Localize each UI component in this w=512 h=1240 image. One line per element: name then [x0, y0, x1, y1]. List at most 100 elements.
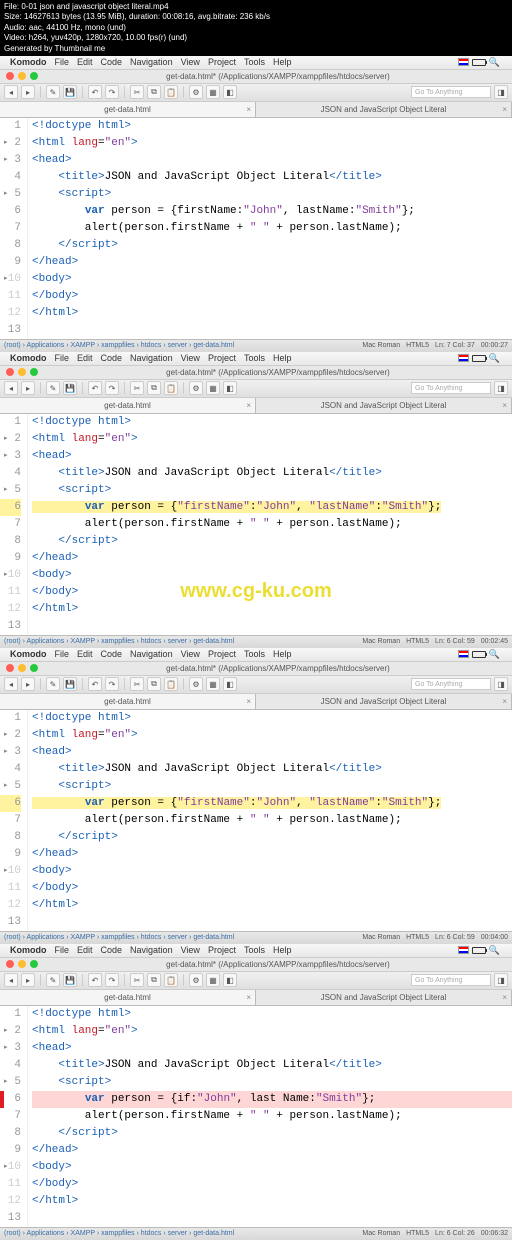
code-content[interactable]: <!doctype html> <html lang="en"> <head> … [28, 118, 512, 339]
menu-item[interactable]: Help [273, 353, 292, 363]
menu-item[interactable]: Tools [244, 945, 265, 955]
menubar[interactable]: Komodo FileEditCodeNavigationViewProject… [0, 648, 512, 662]
tool-button[interactable]: ▦ [206, 677, 220, 691]
menu-item[interactable]: Help [273, 945, 292, 955]
goto-input[interactable]: Go To Anything [411, 974, 491, 986]
menu-item[interactable]: View [181, 353, 200, 363]
menubar[interactable]: Komodo File Edit Code Navigation View Pr… [0, 56, 512, 70]
breadcrumb[interactable]: (root) › Applications › XAMPP › xamppfil… [4, 934, 234, 941]
close-tab-icon[interactable]: × [502, 105, 507, 114]
redo-button[interactable]: ↷ [105, 677, 119, 691]
menu-item[interactable]: Edit [77, 57, 93, 67]
menu-item[interactable]: Project [208, 649, 236, 659]
close-tab-icon[interactable]: × [246, 401, 251, 410]
menu-item[interactable]: Edit [77, 353, 93, 363]
code-editor[interactable]: 12345678910111213 <!doctype html> <html … [0, 414, 512, 635]
paste-button[interactable]: 📋 [164, 85, 178, 99]
menu-app[interactable]: Komodo [10, 945, 47, 955]
menu-item[interactable]: Navigation [130, 57, 173, 67]
menu-item[interactable]: Code [101, 945, 123, 955]
tool-button[interactable]: ⚙ [189, 677, 203, 691]
flag-icon[interactable] [458, 946, 469, 954]
status-encoding[interactable]: Mac Roman [362, 342, 400, 349]
status-encoding[interactable]: Mac Roman [362, 638, 400, 645]
close-icon[interactable] [6, 72, 14, 80]
menubar[interactable]: Komodo FileEditCodeNavigationViewProject… [0, 944, 512, 958]
menu-item[interactable]: File [55, 57, 70, 67]
breadcrumb[interactable]: (root) › Applications › XAMPP › xamppfil… [4, 1230, 234, 1237]
status-encoding[interactable]: Mac Roman [362, 1230, 400, 1237]
battery-icon[interactable] [472, 355, 486, 362]
search-icon[interactable]: 🔍 [489, 353, 500, 364]
code-editor[interactable]: 12345678910111213 <!doctype html> <html … [0, 118, 512, 339]
close-tab-icon[interactable]: × [246, 105, 251, 114]
breadcrumb[interactable]: (root) › Applications › XAMPP › xamppfil… [4, 638, 234, 645]
tool-button[interactable]: ▦ [206, 85, 220, 99]
menubar[interactable]: Komodo File Edit Code Navigation View Pr… [0, 352, 512, 366]
status-lang[interactable]: HTML5 [406, 1230, 429, 1237]
tool-button[interactable]: ⚙ [189, 973, 203, 987]
tool-button[interactable]: ⚙ [189, 381, 203, 395]
search-icon[interactable]: 🔍 [489, 649, 500, 660]
tab-json-literal[interactable]: JSON and JavaScript Object Literal× [256, 398, 512, 413]
battery-icon[interactable] [472, 947, 486, 954]
flag-icon[interactable] [458, 354, 469, 362]
new-file-button[interactable]: ✎ [46, 381, 60, 395]
status-encoding[interactable]: Mac Roman [362, 934, 400, 941]
close-tab-icon[interactable]: × [502, 697, 507, 706]
cut-button[interactable]: ✂ [130, 677, 144, 691]
undo-button[interactable]: ↶ [88, 381, 102, 395]
panel-toggle-button[interactable]: ◨ [494, 85, 508, 99]
flag-icon[interactable] [458, 58, 469, 66]
menu-item[interactable]: View [181, 57, 200, 67]
cut-button[interactable]: ✂ [130, 381, 144, 395]
menu-item[interactable]: Project [208, 945, 236, 955]
tool-button[interactable]: ⚙ [189, 85, 203, 99]
maximize-icon[interactable] [30, 664, 38, 672]
menu-app[interactable]: Komodo [10, 353, 47, 363]
status-lang[interactable]: HTML5 [406, 638, 429, 645]
copy-button[interactable]: ⧉ [147, 85, 161, 99]
back-button[interactable]: ◂ [4, 677, 18, 691]
back-button[interactable]: ◂ [4, 381, 18, 395]
tab-getdata[interactable]: get-data.html× [0, 990, 256, 1005]
redo-button[interactable]: ↷ [105, 85, 119, 99]
back-button[interactable]: ◂ [4, 85, 18, 99]
back-button[interactable]: ◂ [4, 973, 18, 987]
code-editor[interactable]: 12345678910111213 <!doctype html> <html … [0, 710, 512, 931]
tool-button[interactable]: ◧ [223, 677, 237, 691]
menu-item[interactable]: File [55, 945, 70, 955]
minimize-icon[interactable] [18, 664, 26, 672]
paste-button[interactable]: 📋 [164, 381, 178, 395]
menu-item[interactable]: Project [208, 353, 236, 363]
menu-item[interactable]: View [181, 649, 200, 659]
menu-app[interactable]: Komodo [10, 57, 47, 67]
tab-json-literal[interactable]: JSON and JavaScript Object Literal× [256, 102, 512, 117]
close-tab-icon[interactable]: × [502, 401, 507, 410]
code-content[interactable]: <!doctype html> <html lang="en"> <head> … [28, 710, 512, 931]
tool-button[interactable]: ◧ [223, 973, 237, 987]
panel-toggle-button[interactable]: ◨ [494, 381, 508, 395]
undo-button[interactable]: ↶ [88, 973, 102, 987]
minimize-icon[interactable] [18, 368, 26, 376]
search-icon[interactable]: 🔍 [489, 57, 500, 68]
breadcrumb[interactable]: (root) › Applications › XAMPP › xamppfil… [4, 342, 234, 349]
minimize-icon[interactable] [18, 960, 26, 968]
save-button[interactable]: 💾 [63, 381, 77, 395]
menu-item[interactable]: Edit [77, 649, 93, 659]
tool-button[interactable]: ▦ [206, 381, 220, 395]
maximize-icon[interactable] [30, 368, 38, 376]
close-tab-icon[interactable]: × [502, 993, 507, 1002]
status-lang[interactable]: HTML5 [406, 934, 429, 941]
menu-item[interactable]: Code [101, 649, 123, 659]
copy-button[interactable]: ⧉ [147, 381, 161, 395]
battery-icon[interactable] [472, 651, 486, 658]
paste-button[interactable]: 📋 [164, 973, 178, 987]
menu-item[interactable]: Help [273, 649, 292, 659]
goto-input[interactable]: Go To Anything [411, 678, 491, 690]
undo-button[interactable]: ↶ [88, 85, 102, 99]
code-content[interactable]: <!doctype html> <html lang="en"> <head> … [28, 414, 512, 635]
code-editor[interactable]: 12345678910111213 <!doctype html> <html … [0, 1006, 512, 1227]
menu-item[interactable]: Navigation [130, 649, 173, 659]
forward-button[interactable]: ▸ [21, 381, 35, 395]
